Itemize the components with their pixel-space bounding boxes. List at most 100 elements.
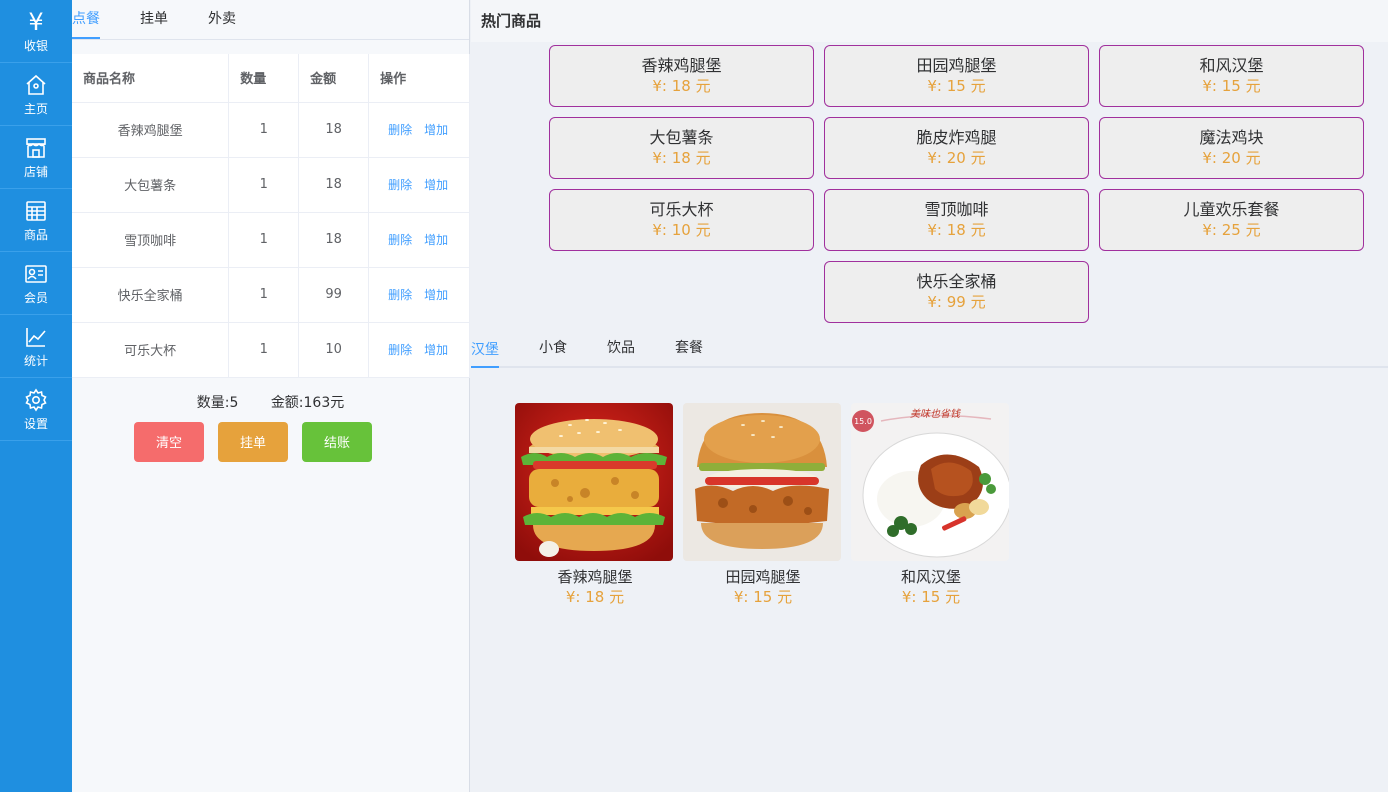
hot-goods-card[interactable]: 快乐全家桶 ¥: 99 元 xyxy=(824,261,1089,323)
order-actions: 清空 挂单 结账 xyxy=(37,421,469,462)
hold-order-button[interactable]: 挂单 xyxy=(218,421,288,462)
delete-button[interactable]: 删除 xyxy=(388,288,412,302)
hot-goods-price: ¥: 18 元 xyxy=(927,221,986,239)
add-button[interactable]: 增加 xyxy=(424,123,448,137)
sidebar-item-store[interactable]: 店铺 xyxy=(0,126,72,189)
goods-list: 香辣鸡腿堡 ¥: 18 元 田园鸡腿堡 ¥: 15 元 15.0 美味也省钱 和… xyxy=(515,403,1019,607)
goods-price: ¥: 15 元 xyxy=(901,588,961,606)
sidebar-item-cashier[interactable]: ¥ 收银 xyxy=(0,0,72,63)
delete-button[interactable]: 删除 xyxy=(388,123,412,137)
sidebar-item-label: 主页 xyxy=(23,101,48,116)
hot-goods-card[interactable]: 大包薯条 ¥: 18 元 xyxy=(549,117,814,179)
sidebar-item-label: 收银 xyxy=(23,38,48,53)
hot-goods-price: ¥: 15 元 xyxy=(1202,77,1261,95)
hot-goods-name: 可乐大杯 xyxy=(649,200,714,219)
hot-goods-card[interactable]: 可乐大杯 ¥: 10 元 xyxy=(549,189,814,251)
cell-name: 雪顶咖啡 xyxy=(72,212,230,268)
table-row: 香辣鸡腿堡 1 18 删除 增加 xyxy=(72,102,470,158)
add-button[interactable]: 增加 xyxy=(424,288,448,302)
hot-goods-name: 脆皮炸鸡腿 xyxy=(916,128,997,147)
column-header-ops: 操作 xyxy=(368,54,470,103)
cell-name: 可乐大杯 xyxy=(72,322,230,378)
cell-amount: 18 xyxy=(298,157,370,213)
japanese-style-burger-photo: 15.0 美味也省钱 xyxy=(851,403,1009,561)
category-tabs: 汉堡 小食 饮品 套餐 xyxy=(471,330,1388,368)
hot-goods-name: 大包薯条 xyxy=(649,128,714,147)
tab-burger[interactable]: 汉堡 xyxy=(471,339,499,368)
order-tabs: 点餐 挂单 外卖 xyxy=(72,0,469,40)
delete-button[interactable]: 删除 xyxy=(388,233,412,247)
goods-item[interactable]: 田园鸡腿堡 ¥: 15 元 xyxy=(683,403,843,607)
delete-button[interactable]: 删除 xyxy=(388,178,412,192)
tab-snacks[interactable]: 小食 xyxy=(539,337,567,366)
cell-ops: 删除 增加 xyxy=(368,102,470,158)
tab-takeout[interactable]: 外卖 xyxy=(208,8,236,39)
hot-goods-price: ¥: 18 元 xyxy=(652,149,711,167)
sidebar-item-stats[interactable]: 统计 xyxy=(0,315,72,378)
cell-ops: 删除 增加 xyxy=(368,212,470,268)
goods-item[interactable]: 15.0 美味也省钱 和风汉堡 ¥: 15 元 xyxy=(851,403,1011,607)
sidebar-item-goods[interactable]: 商品 xyxy=(0,189,72,252)
cell-qty: 1 xyxy=(228,212,300,268)
tab-pending[interactable]: 挂单 xyxy=(140,8,168,39)
hot-goods-title: 热门商品 xyxy=(471,0,1388,42)
hot-goods-price: ¥: 20 元 xyxy=(927,149,986,167)
table-row: 大包薯条 1 18 删除 增加 xyxy=(72,157,470,213)
sidebar-item-label: 店铺 xyxy=(23,164,48,179)
hot-goods-price: ¥: 25 元 xyxy=(1202,221,1261,239)
total-quantity: 数量:5 xyxy=(196,394,239,411)
checkout-button[interactable]: 结账 xyxy=(302,421,372,462)
hot-goods-name: 快乐全家桶 xyxy=(916,272,997,291)
hot-goods-card[interactable]: 儿童欢乐套餐 ¥: 25 元 xyxy=(1099,189,1364,251)
tab-drinks[interactable]: 饮品 xyxy=(607,337,635,366)
cell-name: 快乐全家桶 xyxy=(72,267,230,323)
hot-goods-card[interactable]: 和风汉堡 ¥: 15 元 xyxy=(1099,45,1364,107)
hot-goods-name: 雪顶咖啡 xyxy=(924,200,989,219)
tab-dine-in[interactable]: 点餐 xyxy=(72,8,100,39)
table-row: 雪顶咖啡 1 18 删除 增加 xyxy=(72,212,470,268)
cell-qty: 1 xyxy=(228,102,300,158)
cell-amount: 99 xyxy=(298,267,370,323)
cell-ops: 删除 增加 xyxy=(368,157,470,213)
hot-goods-name: 魔法鸡块 xyxy=(1199,128,1264,147)
goods-price: ¥: 18 元 xyxy=(565,588,625,606)
clear-button[interactable]: 清空 xyxy=(134,421,204,462)
spicy-chicken-burger-photo xyxy=(515,403,673,561)
goods-name: 田园鸡腿堡 xyxy=(725,568,801,586)
cell-ops: 删除 增加 xyxy=(368,322,470,378)
hot-goods-price: ¥: 20 元 xyxy=(1202,149,1261,167)
total-amount: 金额:163元 xyxy=(270,394,345,411)
sidebar-item-home[interactable]: 主页 xyxy=(0,63,72,126)
list-icon xyxy=(23,198,49,224)
add-button[interactable]: 增加 xyxy=(424,233,448,247)
hot-goods-card[interactable]: 脆皮炸鸡腿 ¥: 20 元 xyxy=(824,117,1089,179)
delete-button[interactable]: 删除 xyxy=(388,343,412,357)
order-summary: 数量:5 金额:163元 xyxy=(72,392,469,412)
sidebar-item-label: 商品 xyxy=(23,227,48,242)
hot-goods-grid: 香辣鸡腿堡 ¥: 18 元 田园鸡腿堡 ¥: 15 元 和风汉堡 ¥: 15 元 大包… xyxy=(549,45,1364,323)
sidebar-item-member[interactable]: 会员 xyxy=(0,252,72,315)
add-button[interactable]: 增加 xyxy=(424,343,448,357)
sidebar-item-label: 统计 xyxy=(23,353,48,368)
cell-amount: 10 xyxy=(298,322,370,378)
hot-goods-card[interactable]: 魔法鸡块 ¥: 20 元 xyxy=(1099,117,1364,179)
hot-goods-price: ¥: 15 元 xyxy=(927,77,986,95)
home-icon xyxy=(23,72,49,98)
column-header-amount: 金额 xyxy=(298,54,370,103)
hot-goods-card[interactable]: 田园鸡腿堡 ¥: 15 元 xyxy=(824,45,1089,107)
cell-amount: 18 xyxy=(298,212,370,268)
store-icon xyxy=(23,135,49,161)
cell-qty: 1 xyxy=(228,157,300,213)
hot-goods-card[interactable]: 雪顶咖啡 ¥: 18 元 xyxy=(824,189,1089,251)
hot-goods-price: ¥: 10 元 xyxy=(652,221,711,239)
table-row: 可乐大杯 1 10 删除 增加 xyxy=(72,322,470,378)
tab-combo[interactable]: 套餐 xyxy=(675,337,703,366)
hot-goods-name: 田园鸡腿堡 xyxy=(916,56,997,75)
column-header-qty: 数量 xyxy=(228,54,300,103)
hot-goods-card[interactable]: 香辣鸡腿堡 ¥: 18 元 xyxy=(549,45,814,107)
hot-goods-price: ¥: 18 元 xyxy=(652,77,711,95)
add-button[interactable]: 增加 xyxy=(424,178,448,192)
garden-chicken-burger-photo xyxy=(683,403,841,561)
goods-item[interactable]: 香辣鸡腿堡 ¥: 18 元 xyxy=(515,403,675,607)
hot-goods-name: 和风汉堡 xyxy=(1199,56,1264,75)
